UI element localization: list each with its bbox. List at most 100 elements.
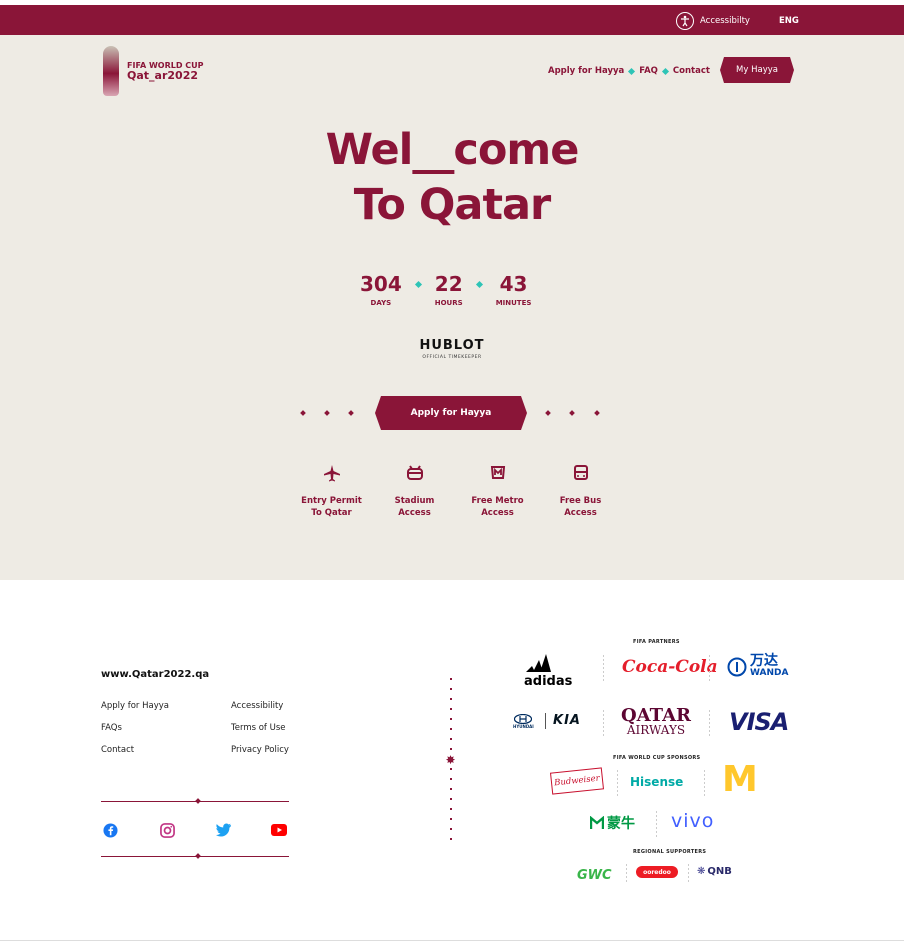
adidas-logo[interactable] xyxy=(524,652,552,676)
diamond-dot xyxy=(195,853,201,859)
footer-link-apply[interactable]: Apply for Hayya xyxy=(101,701,231,711)
stadium-icon xyxy=(405,463,425,483)
logo-separator xyxy=(626,864,627,882)
qatar-airways-logo[interactable]: QATAR AIRWAYS xyxy=(621,705,691,738)
hyundai-logo[interactable]: HYUNDAI xyxy=(513,714,534,729)
benefit-label: Stadium Access xyxy=(394,496,435,518)
logo-separator xyxy=(709,710,710,736)
benefits-list: Entry Permit To Qatar Stadium Access Fre… xyxy=(290,463,622,519)
logo-line2: Qat_ar2022 xyxy=(127,69,198,82)
nav-contact[interactable]: Contact xyxy=(673,66,710,76)
accessibility-link[interactable]: Accessibilty xyxy=(676,12,750,30)
apply-hayya-button[interactable]: Apply for Hayya xyxy=(375,396,527,430)
vivo-logo[interactable]: vivo xyxy=(671,810,714,832)
mengniu-emblem-icon xyxy=(590,816,604,829)
footer-site-url[interactable]: www.Qatar2022.qa xyxy=(101,669,209,680)
budweiser-logo[interactable]: Budweiser xyxy=(549,767,605,795)
countdown-minutes-value: 43 xyxy=(499,272,528,296)
site-logo[interactable]: FIFA WORLD CUP Qat_ar2022 xyxy=(103,46,204,96)
footer-link-privacy[interactable]: Privacy Policy xyxy=(231,745,331,755)
apply-hayya-cta: Apply for Hayya xyxy=(295,396,607,430)
hisense-logo[interactable]: Hisense xyxy=(630,775,683,789)
mcdonalds-logo[interactable]: M xyxy=(722,762,758,798)
star-ornament-icon: ✸ xyxy=(445,753,456,767)
logo-separator xyxy=(545,713,546,729)
logo-separator xyxy=(603,710,604,736)
footer-link-accessibility[interactable]: Accessibility xyxy=(231,701,331,711)
accessibility-icon xyxy=(676,12,694,30)
coca-cola-logo[interactable]: Coca-Cola xyxy=(622,657,718,677)
countdown-hours-label: HOURS xyxy=(434,299,463,307)
countdown-minutes: 43 MINUTES xyxy=(496,273,532,307)
nav-apply-hayya[interactable]: Apply for Hayya xyxy=(548,66,624,76)
benefit-label: Free Bus Access xyxy=(559,496,602,518)
diamond-dot xyxy=(569,410,575,416)
fifa-partners-heading: FIFA PARTNERS xyxy=(633,639,680,645)
qatar-airways-line2: AIRWAYS xyxy=(626,723,686,737)
youtube-icon[interactable] xyxy=(271,822,287,838)
footer-link-terms[interactable]: Terms of Use xyxy=(231,723,331,733)
hyundai-wordmark: HYUNDAI xyxy=(513,724,534,729)
hero-title-line2: To Qatar xyxy=(353,180,551,230)
timekeeper-logo: HUBLOT OFFICIAL TIMEKEEPER xyxy=(0,338,904,360)
accessibility-label: Accessibilty xyxy=(700,16,750,26)
diamond-dot xyxy=(300,410,306,416)
bus-icon xyxy=(571,463,591,483)
adidas-wordmark: adidas xyxy=(524,674,573,689)
mengniu-logo[interactable]: 蒙牛 xyxy=(590,813,635,833)
benefit-label: Free Metro Access xyxy=(471,496,524,518)
kia-logo[interactable]: KIA xyxy=(553,713,581,728)
sponsors-heading: FIFA WORLD CUP SPONSORS xyxy=(613,755,701,761)
logo-separator xyxy=(603,655,604,681)
twitter-icon[interactable] xyxy=(216,822,232,838)
trophy-icon xyxy=(103,46,119,96)
qnb-emblem-icon: ❋ xyxy=(697,866,706,877)
metro-icon xyxy=(488,463,508,483)
wanda-name: WANDA xyxy=(750,668,789,678)
diamond-separator xyxy=(475,280,483,289)
footer-link-contact[interactable]: Contact xyxy=(101,745,231,755)
airplane-icon xyxy=(322,463,342,483)
nav-faq[interactable]: FAQ xyxy=(639,66,658,76)
diamond-separator xyxy=(628,67,636,75)
qnb-logo[interactable]: ❋ QNB xyxy=(697,866,732,877)
wanda-emblem-icon xyxy=(727,657,747,677)
benefit-bus: Free Bus Access xyxy=(539,463,622,519)
facebook-icon[interactable] xyxy=(102,822,118,838)
instagram-icon[interactable] xyxy=(159,822,175,838)
logo-separator xyxy=(688,864,689,882)
logo-separator xyxy=(656,811,657,837)
logo-separator xyxy=(617,770,618,796)
gwc-logo[interactable]: GWC xyxy=(577,868,612,883)
diamond-dot xyxy=(324,410,330,416)
ooredoo-logo[interactable]: ooredoo xyxy=(636,866,678,878)
language-selector[interactable]: ENG xyxy=(779,16,799,26)
countdown: 304 DAYS 22 HOURS 43 MINUTES xyxy=(360,273,531,307)
countdown-hours: 22 HOURS xyxy=(435,273,463,307)
diamond-dot xyxy=(545,410,551,416)
qatar-airways-line1: QATAR xyxy=(621,705,691,726)
countdown-days-value: 304 xyxy=(360,272,402,296)
hublot-subtitle: OFFICIAL TIMEKEEPER xyxy=(422,355,482,360)
top-bar xyxy=(0,5,904,35)
my-hayya-button[interactable]: My Hayya xyxy=(720,57,794,83)
regional-supporters-heading: REGIONAL SUPPORTERS xyxy=(633,849,707,855)
diamond-dot xyxy=(594,410,600,416)
hyundai-emblem-icon xyxy=(514,714,533,724)
diamond-separator xyxy=(661,67,669,75)
countdown-days-label: DAYS xyxy=(370,299,392,307)
hublot-name: HUBLOT xyxy=(419,338,485,353)
visa-logo[interactable]: VISA xyxy=(729,708,789,736)
benefit-entry-permit: Entry Permit To Qatar xyxy=(290,463,373,519)
bottom-border xyxy=(0,940,904,941)
mengniu-name: 蒙牛 xyxy=(607,816,635,832)
qnb-wordmark: QNB xyxy=(707,866,732,877)
diamond-dot xyxy=(195,798,201,804)
main-nav: Apply for Hayya FAQ Contact xyxy=(548,66,710,76)
footer-link-faqs[interactable]: FAQs xyxy=(101,723,231,733)
benefit-label: Entry Permit To Qatar xyxy=(301,496,362,518)
countdown-days: 304 DAYS xyxy=(360,273,402,307)
wanda-logo[interactable]: 万达 WANDA xyxy=(727,654,789,679)
diamond-separator xyxy=(414,280,422,289)
footer-links: Apply for Hayya Accessibility FAQs Terms… xyxy=(101,701,331,755)
